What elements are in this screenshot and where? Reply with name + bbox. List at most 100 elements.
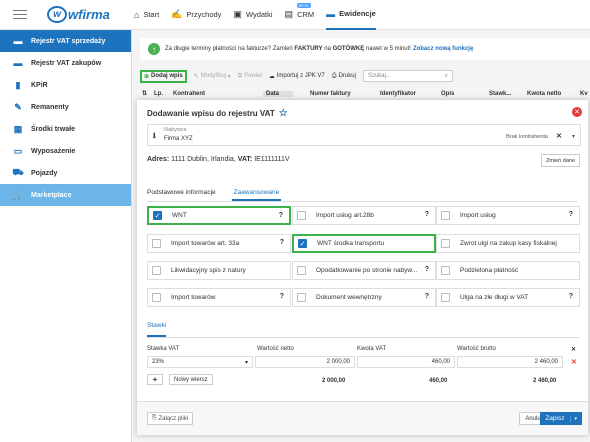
wallet-icon: ▣ xyxy=(233,9,242,19)
close-icon[interactable]: ✕ xyxy=(571,346,576,353)
buyer-field[interactable]: ℹ Nabywca Firma XYZ Brak kontrahenta ✕ ▾ xyxy=(147,124,581,146)
option-label: Likwidacyjny spis z natury xyxy=(171,267,246,274)
search-input[interactable]: Szukaj... ⌕ xyxy=(362,70,453,82)
sidebar-item-remanenty[interactable]: ✎ Remanenty xyxy=(0,96,131,118)
sidebar-item-marketplace[interactable]: 🛒 Marketplace xyxy=(0,184,131,206)
help-icon[interactable]: ? xyxy=(425,211,429,218)
help-icon[interactable]: ? xyxy=(425,266,429,273)
print-button[interactable]: ⎙ Drukuj xyxy=(332,73,356,80)
col-data[interactable]: Data xyxy=(263,90,294,97)
close-icon[interactable]: ✕ xyxy=(572,107,582,117)
star-icon[interactable]: ☆ xyxy=(279,108,288,119)
option-import-uslug[interactable]: Import usług? xyxy=(436,206,580,225)
option-wnt-srodka-transportu[interactable]: ✓ WNT środka transportu xyxy=(292,234,436,253)
delete-row-icon[interactable]: ✕ xyxy=(571,358,577,366)
banner-link[interactable]: Zobacz nową funkcję xyxy=(413,46,473,52)
vat-rate-select[interactable]: 23% ▾ xyxy=(147,356,253,368)
checkbox[interactable] xyxy=(441,266,450,275)
nav-przychody[interactable]: ✍ Przychody xyxy=(171,0,221,30)
sidebar-item-srodki-trwale[interactable]: ▦ Środki trwałe xyxy=(0,118,131,140)
col-stawka[interactable]: Stawk... xyxy=(489,91,511,97)
nav-crm[interactable]: BETA ▤ CRM xyxy=(285,0,315,30)
chevron-down-icon[interactable]: ▾ xyxy=(572,133,575,140)
checkbox-checked[interactable]: ✓ xyxy=(298,239,307,248)
checkbox[interactable] xyxy=(297,266,306,275)
checkbox[interactable] xyxy=(441,211,450,220)
option-ulga-zle-dlugi[interactable]: Ulga na złe długi w VAT? xyxy=(436,288,580,307)
menu-icon[interactable] xyxy=(13,7,27,22)
sidebar-item-rejestr-sprzedazy[interactable]: ▬ Rejestr VAT sprzedaży xyxy=(0,30,131,52)
option-dokument-wewnetrzny[interactable]: Dokument wewnętrzny? xyxy=(292,288,436,307)
chevron-down-icon[interactable]: ▾ xyxy=(570,415,577,422)
col-kontrahent[interactable]: Kontrahent xyxy=(173,91,205,97)
attach-files-button[interactable]: ⎘ Załącz pliki xyxy=(147,412,194,425)
checkbox[interactable] xyxy=(297,211,306,220)
save-button[interactable]: Zapisz ▾ xyxy=(540,412,582,425)
total-net: 2 000,00 xyxy=(322,378,346,384)
clear-icon[interactable]: ✕ xyxy=(556,132,562,140)
sidebar-item-kpir[interactable]: ▮ KPiR xyxy=(0,74,131,96)
option-wnt[interactable]: ✓ WNT? xyxy=(147,206,291,225)
option-import-towarow[interactable]: Import towarów? xyxy=(147,288,291,307)
logo-text: wfirma xyxy=(68,7,110,22)
tab-stawki[interactable]: Stawki xyxy=(147,322,167,337)
col-kwota-netto[interactable]: Kwota netto xyxy=(527,91,561,97)
checkbox[interactable] xyxy=(152,266,161,275)
sidebar-item-label: Pojazdy xyxy=(31,169,58,177)
vat-rate-value: 23% xyxy=(152,359,165,365)
repeat-button[interactable]: ⧉ Powiel xyxy=(238,73,262,80)
checkbox[interactable] xyxy=(152,239,161,248)
sidebar-item-pojazdy[interactable]: ⛟ Pojazdy xyxy=(0,162,131,184)
option-import-uslug-28b[interactable]: Import usług art.28b? xyxy=(292,206,436,225)
option-zwrot-ulgi[interactable]: Zwrot ulgi na zakup kasy fiskalnej xyxy=(436,234,580,253)
sort-icon[interactable]: ⇅ xyxy=(142,90,147,97)
help-icon[interactable]: ? xyxy=(569,211,573,218)
nav-start[interactable]: ⌂ Start xyxy=(134,0,159,30)
banner-tail: nawet w 5 minut! xyxy=(365,46,411,52)
col-numer[interactable]: Numer faktury xyxy=(310,91,351,97)
gross-value-input[interactable]: 2 460,00 xyxy=(457,356,563,368)
nav-label: CRM xyxy=(297,10,315,19)
add-entry-button[interactable]: ⊕ Dodaj wpis xyxy=(140,69,187,83)
col-lp[interactable]: Lp. xyxy=(154,91,163,97)
help-icon[interactable]: ? xyxy=(280,239,284,246)
add-row-button[interactable]: + Nowy wiersz xyxy=(147,374,213,385)
nav-label: Wydatki xyxy=(245,10,273,19)
add-row-label: Nowy wiersz xyxy=(169,374,213,385)
option-opodatkowanie-nabywcy[interactable]: Opodatkowanie po stronie nabyw...? xyxy=(292,261,436,280)
modify-label: Modyfikuj xyxy=(200,73,227,79)
checkbox[interactable] xyxy=(152,293,161,302)
checkbox[interactable] xyxy=(441,239,450,248)
modify-button[interactable]: ✎ Modyfikuj ▾ xyxy=(194,73,231,80)
option-likwidacyjny-spis[interactable]: Likwidacyjny spis z natury xyxy=(147,261,291,280)
tab-basic[interactable]: Podstawowe informacje xyxy=(147,182,224,201)
import-button[interactable]: ☁ Importuj z JPK V7 xyxy=(269,73,325,80)
checkbox[interactable] xyxy=(297,293,306,302)
nav-wydatki[interactable]: ▣ Wydatki xyxy=(233,0,272,30)
checkbox-checked[interactable]: ✓ xyxy=(153,211,162,220)
option-podzielona-platnosc[interactable]: Podzielona płatność xyxy=(436,261,580,280)
divider xyxy=(147,337,580,338)
change-data-button[interactable]: Zmień dane xyxy=(540,154,580,167)
nav-ewidencje[interactable]: ▬ Ewidencje xyxy=(326,0,376,30)
help-icon[interactable]: ? xyxy=(279,212,283,219)
help-icon[interactable]: ? xyxy=(425,293,429,300)
help-icon[interactable]: ? xyxy=(280,293,284,300)
vat-amount-input[interactable]: 460,00 xyxy=(357,356,455,368)
sidebar-item-wyposazenie[interactable]: ▭ Wyposażenie xyxy=(0,140,131,162)
plus-circle-icon: ⊕ xyxy=(144,73,150,80)
option-import-towarow-33a[interactable]: Import towarów art. 33a? xyxy=(147,234,291,253)
help-icon[interactable]: ? xyxy=(569,293,573,300)
logo[interactable]: w wfirma xyxy=(47,6,110,23)
checkbox[interactable] xyxy=(441,293,450,302)
option-label: Zwrot ulgi na zakup kasy fiskalnej xyxy=(460,240,557,247)
col-identyfikator[interactable]: Identyfikator xyxy=(380,91,416,97)
sidebar-item-rejestr-zakupow[interactable]: ▬ Rejestr VAT zakupów xyxy=(0,52,131,74)
attach-label: Załącz pliki xyxy=(158,415,189,422)
info-icon: ℹ xyxy=(153,133,156,140)
tab-advanced[interactable]: Zaawansowane xyxy=(231,182,282,201)
col-kwota-vat[interactable]: Kv xyxy=(580,91,588,97)
col-opis[interactable]: Opis xyxy=(441,91,454,97)
banner-mid: na xyxy=(324,46,331,52)
net-value-input[interactable]: 2 000,00 xyxy=(255,356,355,368)
